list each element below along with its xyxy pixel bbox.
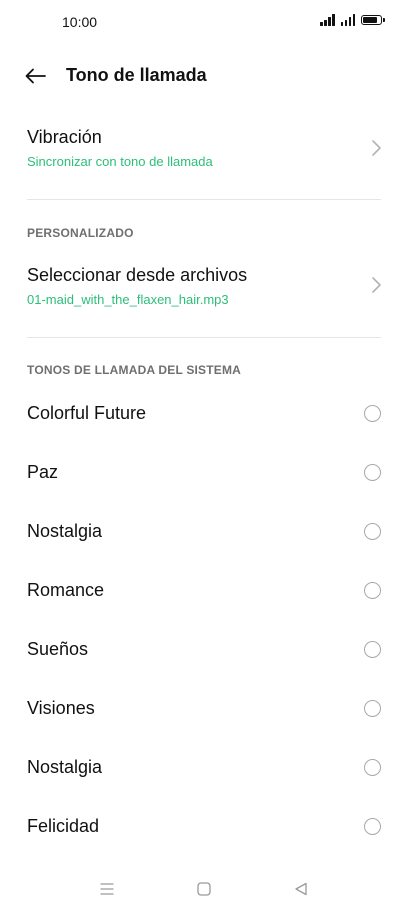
radio-button[interactable] xyxy=(364,818,381,835)
menu-icon xyxy=(100,883,114,895)
ringtone-item[interactable]: Paz xyxy=(0,444,408,503)
divider xyxy=(27,199,381,200)
back-triangle-icon xyxy=(295,882,307,896)
vibration-label: Vibración xyxy=(27,127,102,147)
radio-button[interactable] xyxy=(364,464,381,481)
ringtone-label: Felicidad xyxy=(27,816,100,836)
section-header-system: TONOS DE LLAMADA DEL SISTEMA xyxy=(27,363,242,377)
radio-button[interactable] xyxy=(364,759,381,776)
ringtone-label: Romance xyxy=(27,580,105,600)
back-nav-button[interactable] xyxy=(289,877,313,901)
settings-screen: 10:00 Tono de llamada Vibración Sincroni… xyxy=(0,0,408,911)
ringtone-label: Nostalgia xyxy=(27,521,103,541)
vibration-setting[interactable]: Vibración Sincronizar con tono de llamad… xyxy=(0,112,408,190)
back-arrow-icon xyxy=(25,68,46,84)
back-button[interactable] xyxy=(22,62,50,90)
chevron-right-icon xyxy=(372,140,381,156)
ringtone-item[interactable]: Sueños xyxy=(0,621,408,680)
select-from-files-setting[interactable]: Seleccionar desde archivos 01-maid_with_… xyxy=(0,250,408,328)
status-bar: 10:00 xyxy=(0,0,408,44)
signal-icon xyxy=(320,14,335,26)
ringtone-item[interactable]: Nostalgia xyxy=(0,503,408,562)
app-bar: Tono de llamada xyxy=(0,52,408,100)
select-from-files-label: Seleccionar desde archivos xyxy=(27,265,248,285)
ringtone-item[interactable]: Romance xyxy=(0,562,408,621)
ringtone-label: Nostalgia xyxy=(27,757,103,777)
recents-button[interactable] xyxy=(95,877,119,901)
radio-button[interactable] xyxy=(364,523,381,540)
page-title: Tono de llamada xyxy=(66,65,207,85)
radio-button[interactable] xyxy=(364,405,381,422)
battery-icon xyxy=(361,15,385,25)
ringtone-item[interactable]: Felicidad xyxy=(0,798,408,857)
status-time: 10:00 xyxy=(62,14,98,30)
ringtone-item[interactable]: Nostalgia xyxy=(0,739,408,798)
radio-button[interactable] xyxy=(364,582,381,599)
radio-button[interactable] xyxy=(364,700,381,717)
signal-icon-2 xyxy=(340,14,355,26)
home-icon xyxy=(197,882,211,896)
radio-button[interactable] xyxy=(364,641,381,658)
section-header-custom: PERSONALIZADO xyxy=(27,226,134,240)
status-icons xyxy=(320,14,385,26)
ringtone-item[interactable]: Colorful Future xyxy=(0,385,408,444)
navigation-bar xyxy=(0,867,408,911)
vibration-value: Sincronizar con tono de llamada xyxy=(27,154,213,169)
ringtone-label: Sueños xyxy=(27,639,89,659)
home-button[interactable] xyxy=(192,877,216,901)
ringtone-item[interactable]: Visiones xyxy=(0,680,408,739)
ringtone-label: Visiones xyxy=(27,698,95,718)
chevron-right-icon xyxy=(372,277,381,293)
divider xyxy=(27,337,381,338)
selected-file-name: 01-maid_with_the_flaxen_hair.mp3 xyxy=(27,292,229,307)
ringtone-label: Paz xyxy=(27,462,59,482)
ringtone-label: Colorful Future xyxy=(27,403,147,423)
